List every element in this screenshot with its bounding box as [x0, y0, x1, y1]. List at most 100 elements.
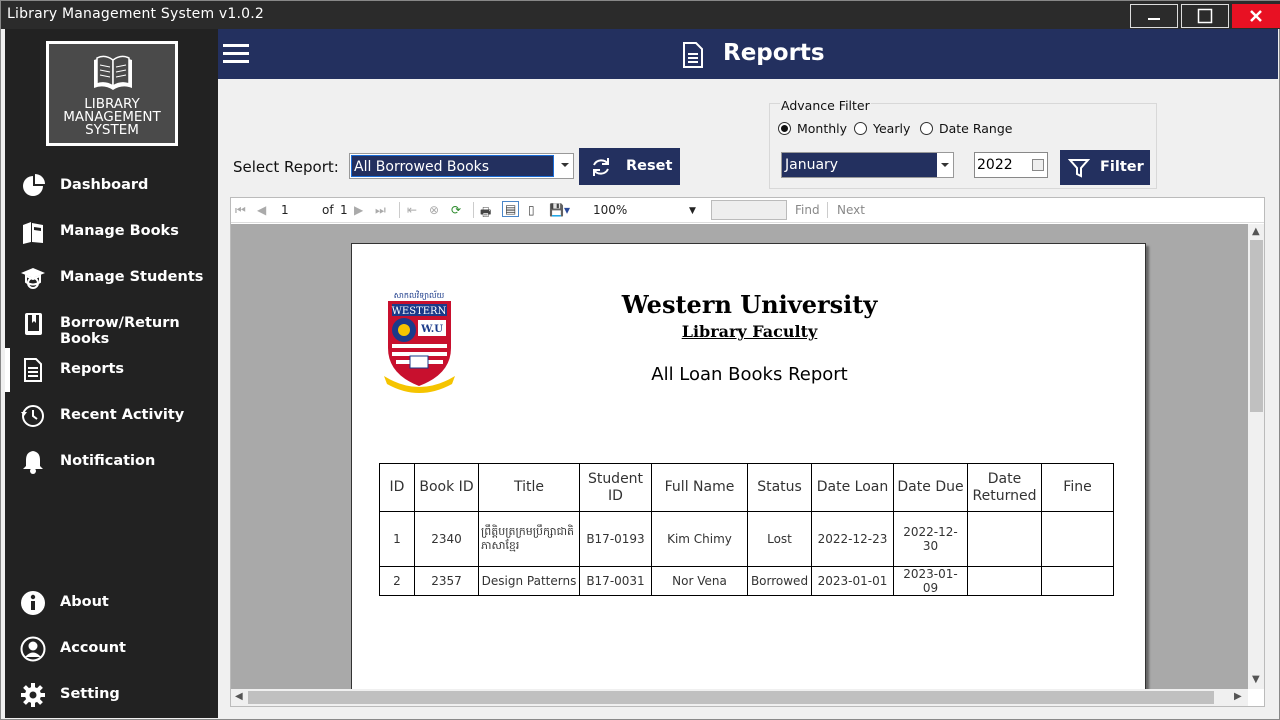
maximize-icon [1197, 8, 1213, 24]
last-page-icon[interactable]: ⏭ [375, 203, 386, 218]
find-link[interactable]: Find [795, 203, 820, 217]
previous-page-icon[interactable]: ◀ [257, 203, 266, 217]
sidebar-item-label: Manage Students [60, 269, 204, 285]
table-row: 1 2340 ព្រឹត្តិបត្រក្រមប្រឹក្សាជាតិភាសាខ… [379, 511, 1114, 567]
table-cell [967, 511, 1042, 567]
sidebar: LIBRARY MANAGEMENT SYSTEM Dashboard Mana… [5, 29, 218, 718]
zoom-select[interactable]: 100% [593, 203, 627, 217]
total-pages: 1 [340, 203, 348, 217]
table-cell: Lost [747, 511, 812, 567]
radio-monthly[interactable]: Monthly [778, 121, 847, 136]
column-header: Full Name [651, 463, 748, 512]
sidebar-item-label: Reports [60, 361, 125, 377]
stop-icon[interactable]: ⊗ [429, 203, 439, 217]
sidebar-item-borrow-return[interactable]: Borrow/Return Books [5, 304, 218, 347]
reset-button-label: Reset [626, 158, 673, 174]
sidebar-item-label: Notification [60, 453, 156, 469]
table-cell: Kim Chimy [651, 511, 748, 567]
report-select[interactable]: All Borrowed Books [349, 153, 574, 179]
radio-label: Monthly [797, 121, 848, 136]
month-select[interactable]: January [781, 152, 954, 178]
chevron-down-icon[interactable]: ▼ [689, 206, 696, 216]
user-icon [20, 636, 46, 662]
table-cell [967, 566, 1042, 596]
column-header: Student ID [579, 463, 652, 512]
scroll-up-icon[interactable]: ▲ [1252, 226, 1260, 237]
radio-label: Yearly [873, 121, 911, 136]
maximize-button[interactable] [1181, 4, 1229, 28]
table-cell [1041, 511, 1114, 567]
table-cell: 2022-12-30 [893, 511, 968, 567]
next-page-icon[interactable]: ▶ [354, 203, 363, 217]
gear-icon [20, 682, 46, 708]
year-picker[interactable]: 2022 [974, 152, 1048, 178]
sidebar-item-label: Account [60, 640, 126, 656]
filter-button[interactable]: Filter [1060, 150, 1150, 185]
back-icon[interactable]: ⇤ [407, 203, 417, 217]
column-header: Book ID [414, 463, 479, 512]
column-header: Date Loan [811, 463, 894, 512]
sidebar-item-setting[interactable]: Setting [5, 675, 218, 715]
vertical-scrollbar[interactable]: ▲ ▼ [1248, 224, 1264, 689]
page-number-input[interactable]: 1 [281, 203, 289, 217]
first-page-icon[interactable]: ⏮ [235, 203, 246, 218]
export-icon[interactable]: 💾▾ [549, 203, 570, 217]
open-book-icon [94, 55, 132, 90]
column-header: Fine [1041, 463, 1114, 512]
report-select-value: All Borrowed Books [351, 155, 554, 177]
table-cell: 1 [379, 511, 415, 567]
minimize-button[interactable] [1130, 4, 1178, 28]
close-button[interactable] [1232, 4, 1280, 28]
sidebar-item-recent-activity[interactable]: Recent Activity [5, 396, 218, 436]
month-select-value: January [782, 153, 937, 177]
radio-yearly[interactable]: Yearly [854, 121, 910, 136]
page-setup-icon[interactable]: ▯ [528, 203, 535, 217]
radio-dot [920, 122, 933, 135]
sidebar-item-manage-students[interactable]: Manage Students [5, 258, 218, 298]
scroll-thumb[interactable] [248, 691, 1214, 704]
sidebar-item-label: Setting [60, 686, 120, 702]
radio-date-range[interactable]: Date Range [920, 121, 1012, 136]
table-row: 2 2357 Design Patterns B17-0031 Nor Vena… [379, 566, 1114, 596]
find-input[interactable] [711, 200, 787, 220]
scroll-thumb[interactable] [1250, 240, 1263, 412]
table-header-row: ID Book ID Title Student ID Full Name St… [379, 463, 1114, 512]
chevron-down-icon [941, 163, 949, 167]
report-table: ID Book ID Title Student ID Full Name St… [379, 463, 1114, 596]
table-cell: 2023-01-01 [811, 566, 894, 596]
next-link[interactable]: Next [837, 203, 865, 217]
faculty-name: Library Faculty [681, 322, 818, 341]
bell-icon [20, 449, 46, 475]
table-cell: 2023-01-09 [893, 566, 968, 596]
table-cell: Design Patterns [478, 566, 580, 596]
minimize-icon [1148, 18, 1160, 20]
sidebar-item-dashboard[interactable]: Dashboard [5, 166, 218, 206]
column-header: ID [379, 463, 415, 512]
sidebar-item-about[interactable]: About [5, 583, 218, 623]
scroll-right-icon[interactable]: ▶ [1234, 691, 1242, 702]
sidebar-item-notification[interactable]: Notification [5, 442, 218, 482]
table-cell: Borrowed [747, 566, 812, 596]
report-page: សាកលវិទ្យាល័យ WESTERN W.U Western Univer… [351, 243, 1146, 689]
hamburger-menu-icon[interactable] [223, 44, 249, 64]
reset-button[interactable]: Reset [579, 148, 680, 185]
sidebar-item-label: About [60, 594, 109, 610]
sidebar-item-account[interactable]: Account [5, 629, 218, 669]
active-indicator [5, 348, 10, 392]
refresh-icon[interactable]: ⟳ [451, 203, 461, 217]
sidebar-item-reports[interactable]: Reports [5, 348, 218, 392]
select-report-label: Select Report: [233, 158, 339, 176]
filter-button-label: Filter [1100, 159, 1144, 175]
table-cell: 2 [379, 566, 415, 596]
table-cell [1041, 566, 1114, 596]
print-layout-icon[interactable]: ▤ [502, 201, 520, 217]
page-title: Reports [723, 40, 825, 66]
scroll-down-icon[interactable]: ▼ [1252, 674, 1260, 685]
scroll-left-icon[interactable]: ◀ [235, 691, 243, 702]
print-icon[interactable]: 🖶 [480, 203, 491, 224]
sidebar-item-manage-books[interactable]: Manage Books [5, 212, 218, 252]
table-cell: 2357 [414, 566, 479, 596]
calendar-icon[interactable] [1032, 159, 1044, 171]
horizontal-scrollbar[interactable]: ◀ ▶ [231, 689, 1248, 706]
column-header: Date Due [893, 463, 968, 512]
